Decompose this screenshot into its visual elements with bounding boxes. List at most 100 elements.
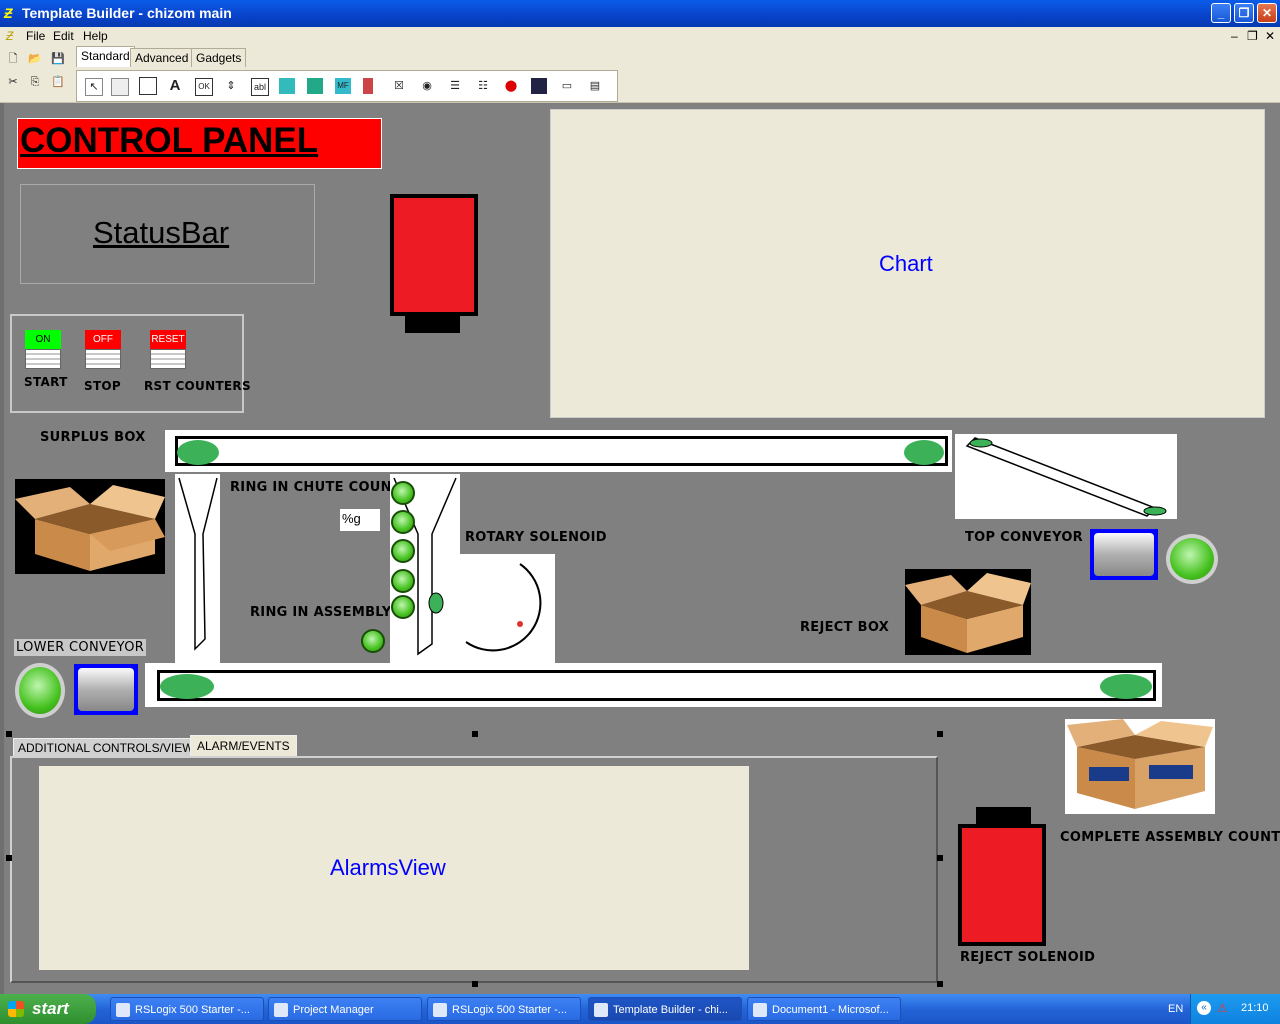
selection-handle[interactable] <box>937 981 943 987</box>
ring-indicator-3 <box>391 539 415 563</box>
lower-conveyor[interactable] <box>145 663 1162 707</box>
bar-icon[interactable] <box>363 78 373 94</box>
display-icon[interactable] <box>531 78 547 94</box>
control-panel-title-box[interactable]: CONTROL PANEL <box>17 118 382 169</box>
chart-widget[interactable]: Chart <box>550 109 1265 418</box>
tab-alarm-events[interactable]: ALARM/EVENTS <box>190 735 297 757</box>
stop-label: STOP <box>84 379 122 393</box>
stop-button[interactable]: OFF <box>85 330 121 370</box>
language-indicator[interactable]: EN <box>1168 1003 1183 1015</box>
selection-handle[interactable] <box>937 855 943 861</box>
top-conveyor-motor[interactable] <box>1090 529 1158 580</box>
lower-conveyor-left-roller <box>160 674 214 699</box>
panel-icon[interactable] <box>111 78 129 96</box>
maximize-button[interactable]: ❐ <box>1234 3 1254 23</box>
clock[interactable]: 21:10 <box>1241 1002 1269 1014</box>
doc-restore-button[interactable]: ❐ <box>1247 29 1258 43</box>
tray-chevron-icon[interactable]: « <box>1197 1001 1211 1015</box>
open-icon[interactable]: 📂 <box>27 51 43 67</box>
control-panel-title: CONTROL PANEL <box>20 121 319 160</box>
task-template-builder[interactable]: Template Builder - chi... <box>588 997 742 1021</box>
canvas-edge <box>0 103 4 994</box>
slider-icon[interactable]: ▭ <box>559 78 575 94</box>
selection-handle[interactable] <box>937 731 943 737</box>
start-caption: ON <box>25 330 61 349</box>
close-button[interactable]: ✕ <box>1257 3 1277 23</box>
pointer-icon[interactable]: ↖ <box>85 78 103 96</box>
ring-in-chute-count-label: RING IN CHUTE COUNT <box>230 480 402 495</box>
menu-edit[interactable]: Edit <box>53 29 74 43</box>
task-label: RSLogix 500 Starter -... <box>452 1004 567 1016</box>
task-project-manager[interactable]: Project Manager <box>268 997 422 1021</box>
cut-icon[interactable]: ✂ <box>5 74 21 90</box>
tab-advanced[interactable]: Advanced <box>130 48 194 67</box>
reject-solenoid-plunger <box>976 807 1031 825</box>
reject-solenoid[interactable] <box>958 807 1046 947</box>
crescent-icon <box>465 563 542 652</box>
doc-minimize-button[interactable]: – <box>1231 29 1238 43</box>
image-icon[interactable] <box>307 78 323 94</box>
task-label: Template Builder - chi... <box>613 1004 728 1016</box>
lower-conveyor-motor[interactable] <box>74 664 138 715</box>
paste-icon[interactable]: 📋 <box>50 74 66 90</box>
record-icon[interactable]: ⬤ <box>503 78 519 94</box>
left-chute <box>175 474 220 663</box>
tab-standard[interactable]: Standard <box>76 46 135 67</box>
task-rslogix-1[interactable]: RSLogix 500 Starter -... <box>110 997 264 1021</box>
reset-button[interactable]: RESET <box>150 330 186 370</box>
start-button[interactable]: start <box>0 994 96 1024</box>
upper-conveyor-left-roller <box>177 440 219 465</box>
alarms-view-widget[interactable]: AlarmsView <box>39 766 749 970</box>
copy-icon[interactable]: ⎘ <box>27 74 43 90</box>
complete-assembly-box-image <box>1065 719 1215 814</box>
save-icon[interactable]: 💾 <box>50 51 66 67</box>
start-button[interactable]: ON <box>25 330 61 370</box>
motor-icon <box>78 668 134 711</box>
statusbar-widget[interactable]: StatusBar <box>20 184 315 284</box>
selection-handle[interactable] <box>472 731 478 737</box>
top-conveyor[interactable] <box>955 434 1177 519</box>
checkbox-icon[interactable]: ☒ <box>391 78 407 94</box>
gauge-icon[interactable] <box>279 78 295 94</box>
menu-help[interactable]: Help <box>83 29 108 43</box>
list-icon[interactable]: ☰ <box>447 78 463 94</box>
ring-indicator-4 <box>391 569 415 593</box>
label-icon[interactable]: abl <box>251 78 269 96</box>
top-solenoid[interactable] <box>390 194 478 334</box>
minimize-button[interactable]: _ <box>1211 3 1231 23</box>
button-icon[interactable]: OK <box>195 78 213 96</box>
new-icon[interactable]: 🗋 <box>5 51 21 67</box>
open-box-icon <box>15 485 165 571</box>
start-switch <box>25 349 61 369</box>
task-label: Document1 - Microsof... <box>772 1004 889 1016</box>
task-document1[interactable]: Document1 - Microsof... <box>747 997 901 1021</box>
doc-close-button[interactable]: ✕ <box>1265 29 1275 43</box>
top-conveyor-label: TOP CONVEYOR <box>965 530 1083 545</box>
text-icon[interactable]: A <box>167 78 183 94</box>
taskbar: start RSLogix 500 Starter -... Project M… <box>0 994 1280 1024</box>
chute-count-value: %g <box>342 511 361 526</box>
stop-switch <box>85 349 121 369</box>
selection-handle[interactable] <box>472 981 478 987</box>
network-icon[interactable]: ⚠ <box>1217 1001 1231 1015</box>
menu-file[interactable]: File <box>26 29 45 43</box>
assembly-chute <box>390 474 460 663</box>
tab-gadgets[interactable]: Gadgets <box>191 48 247 67</box>
task-rslogix-2[interactable]: RSLogix 500 Starter -... <box>427 997 581 1021</box>
open-box-icon <box>905 573 1031 653</box>
window-icon[interactable]: ▤ <box>587 78 603 94</box>
upper-conveyor[interactable] <box>165 430 952 472</box>
system-tray: « ⚠ 21:10 <box>1190 994 1280 1024</box>
radio-icon[interactable]: ◉ <box>419 78 435 94</box>
selection-handle[interactable] <box>6 855 12 861</box>
complete-assembly-count-label: COMPLETE ASSEMBLY COUNT <box>1060 830 1280 845</box>
multistate-icon[interactable]: MF <box>335 78 351 94</box>
combo-icon[interactable]: ☷ <box>475 78 491 94</box>
selection-handle[interactable] <box>6 731 12 737</box>
lower-conveyor-label: LOWER CONVEYOR <box>14 639 147 656</box>
tab-additional-controls[interactable]: ADDITIONAL CONTROLS/VIEWS <box>13 738 207 757</box>
frame-icon[interactable] <box>139 77 157 95</box>
spin-icon[interactable]: ⇕ <box>223 78 239 94</box>
statusbar-label: StatusBar <box>93 215 230 250</box>
rotary-solenoid[interactable] <box>460 554 555 664</box>
